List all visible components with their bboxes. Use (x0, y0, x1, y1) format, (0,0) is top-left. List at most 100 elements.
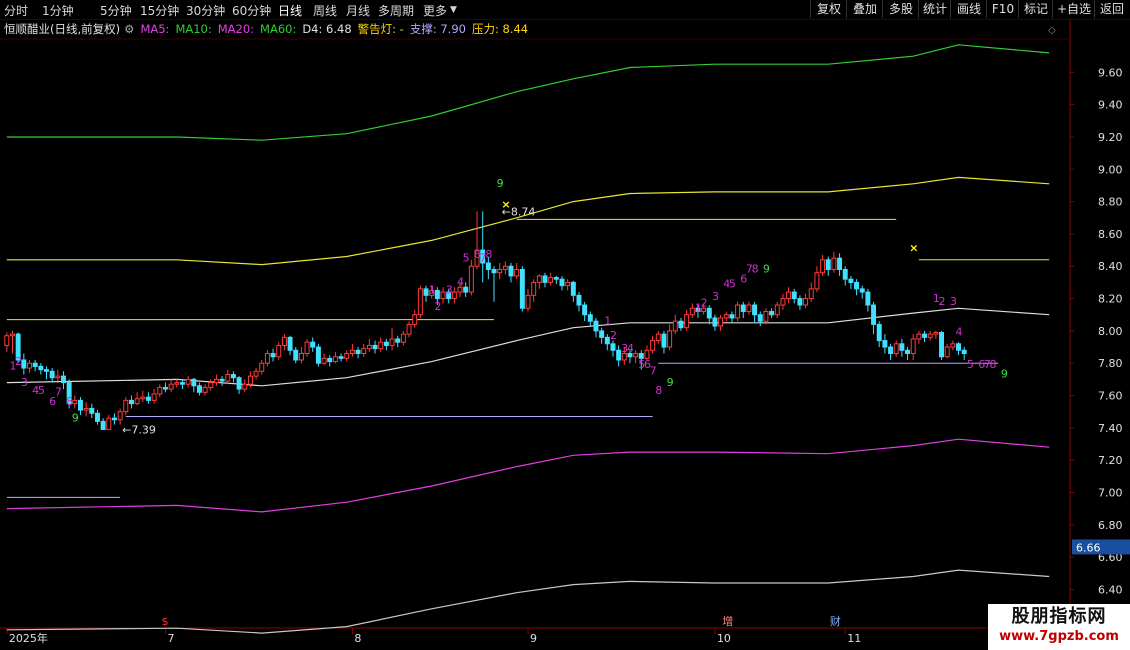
watermark-url: www.7gpzb.com (999, 629, 1119, 644)
candle-body (582, 304, 588, 316)
y-tick-label: 6.80 (1098, 519, 1123, 532)
count-label: 2 (15, 355, 22, 368)
signal-marker: × (909, 242, 918, 255)
candle-body (242, 383, 248, 390)
count-label: 4 (956, 326, 963, 339)
candle-body (871, 304, 877, 325)
candle-body (440, 291, 446, 300)
candle-body (837, 257, 843, 270)
candle-body (253, 370, 259, 377)
candle-body (417, 288, 423, 316)
candle-body (44, 369, 49, 372)
candle-body (933, 332, 939, 335)
candle-body (593, 320, 599, 332)
count-label: 1 (429, 284, 436, 297)
candle-body (916, 333, 922, 340)
kline-chart[interactable]: ◇6.206.406.606.807.007.207.407.607.808.0… (0, 0, 1130, 650)
candle-body (587, 314, 593, 322)
candle-body (893, 343, 899, 355)
candle-body (712, 317, 718, 327)
candle-body (344, 353, 350, 359)
candle-body (338, 356, 344, 359)
candle-body (145, 396, 151, 401)
candle-body (83, 407, 89, 411)
candle-body (366, 344, 372, 350)
candle-body (786, 291, 792, 300)
count-label: 3 (950, 295, 957, 308)
candle-body (315, 346, 321, 364)
candle-body (570, 281, 576, 296)
candle-body (927, 333, 933, 338)
y-tick-label: 8.60 (1098, 228, 1123, 241)
candle-body (854, 281, 860, 290)
current-price-label: 6.66 (1076, 541, 1101, 554)
count-label: 4 (627, 342, 634, 355)
signal-marker: × (501, 198, 510, 211)
candle-body (49, 370, 55, 379)
candle-body (803, 298, 809, 306)
candle-body (117, 411, 123, 421)
candle-body (689, 307, 695, 316)
count-label: 9 (667, 376, 674, 389)
candle-body (361, 348, 367, 355)
candle-body (899, 343, 905, 351)
candle-body (791, 291, 797, 300)
count-label: 3 (712, 290, 719, 303)
collapse-diamond-icon: ◇ (1048, 25, 1056, 36)
count-label: 9 (497, 177, 504, 190)
band-line-upper_inner (6, 176, 1050, 266)
candle-body (213, 378, 219, 384)
site-watermark: 股朋指标网 www.7gpzb.com (988, 604, 1130, 650)
candle-body (111, 417, 117, 421)
count-label: 3 (21, 376, 28, 389)
candle-body (259, 362, 265, 372)
band-line-lower_inner (6, 438, 1050, 513)
watermark-title: 股朋指标网 (1011, 606, 1107, 627)
y-tick-label: 7.20 (1098, 454, 1123, 467)
candle-body (831, 257, 837, 270)
candle-body (763, 310, 769, 322)
count-label: 4 (457, 276, 464, 289)
candle-body (735, 304, 741, 319)
candle-body (349, 349, 355, 355)
candle-body (72, 399, 78, 405)
candle-body (814, 272, 820, 290)
event-marker: 增 (722, 614, 733, 628)
candle-body (162, 386, 168, 390)
band-line-upper_outer (6, 44, 1050, 141)
candle-body (412, 314, 418, 325)
candle-body (134, 398, 140, 405)
candle-body (910, 338, 916, 355)
candle-body (372, 344, 378, 350)
y-tick-label: 7.40 (1098, 422, 1123, 435)
candle-body (293, 349, 299, 361)
candle-body (38, 365, 44, 371)
candle-body (468, 265, 474, 293)
y-tick-label: 8.00 (1098, 325, 1123, 338)
candle-body (378, 341, 384, 350)
candle-body (536, 275, 542, 283)
candle-body (565, 281, 571, 287)
candle-body (304, 341, 310, 355)
y-tick-label: 7.80 (1098, 357, 1123, 370)
y-tick-label: 8.80 (1098, 196, 1123, 209)
candle-body (310, 341, 316, 348)
y-tick-label: 9.40 (1098, 99, 1123, 112)
candle-body (185, 378, 191, 385)
candle-body (298, 353, 304, 361)
candle-body (514, 268, 520, 277)
candle-body (718, 317, 724, 327)
x-tick-label: 2025年 (9, 631, 48, 645)
event-marker: 财 (830, 614, 841, 628)
candle-body (746, 304, 752, 312)
candle-body (888, 346, 894, 355)
count-label: 2 (610, 329, 617, 342)
candle-body (961, 349, 967, 355)
count-label: 2 (939, 295, 946, 308)
y-tick-label: 7.60 (1098, 390, 1123, 403)
count-label: 7 (650, 365, 657, 378)
count-label: 2 (701, 297, 708, 310)
candle-body (497, 268, 503, 274)
count-label: 9 (72, 411, 79, 424)
candle-body (168, 383, 174, 390)
